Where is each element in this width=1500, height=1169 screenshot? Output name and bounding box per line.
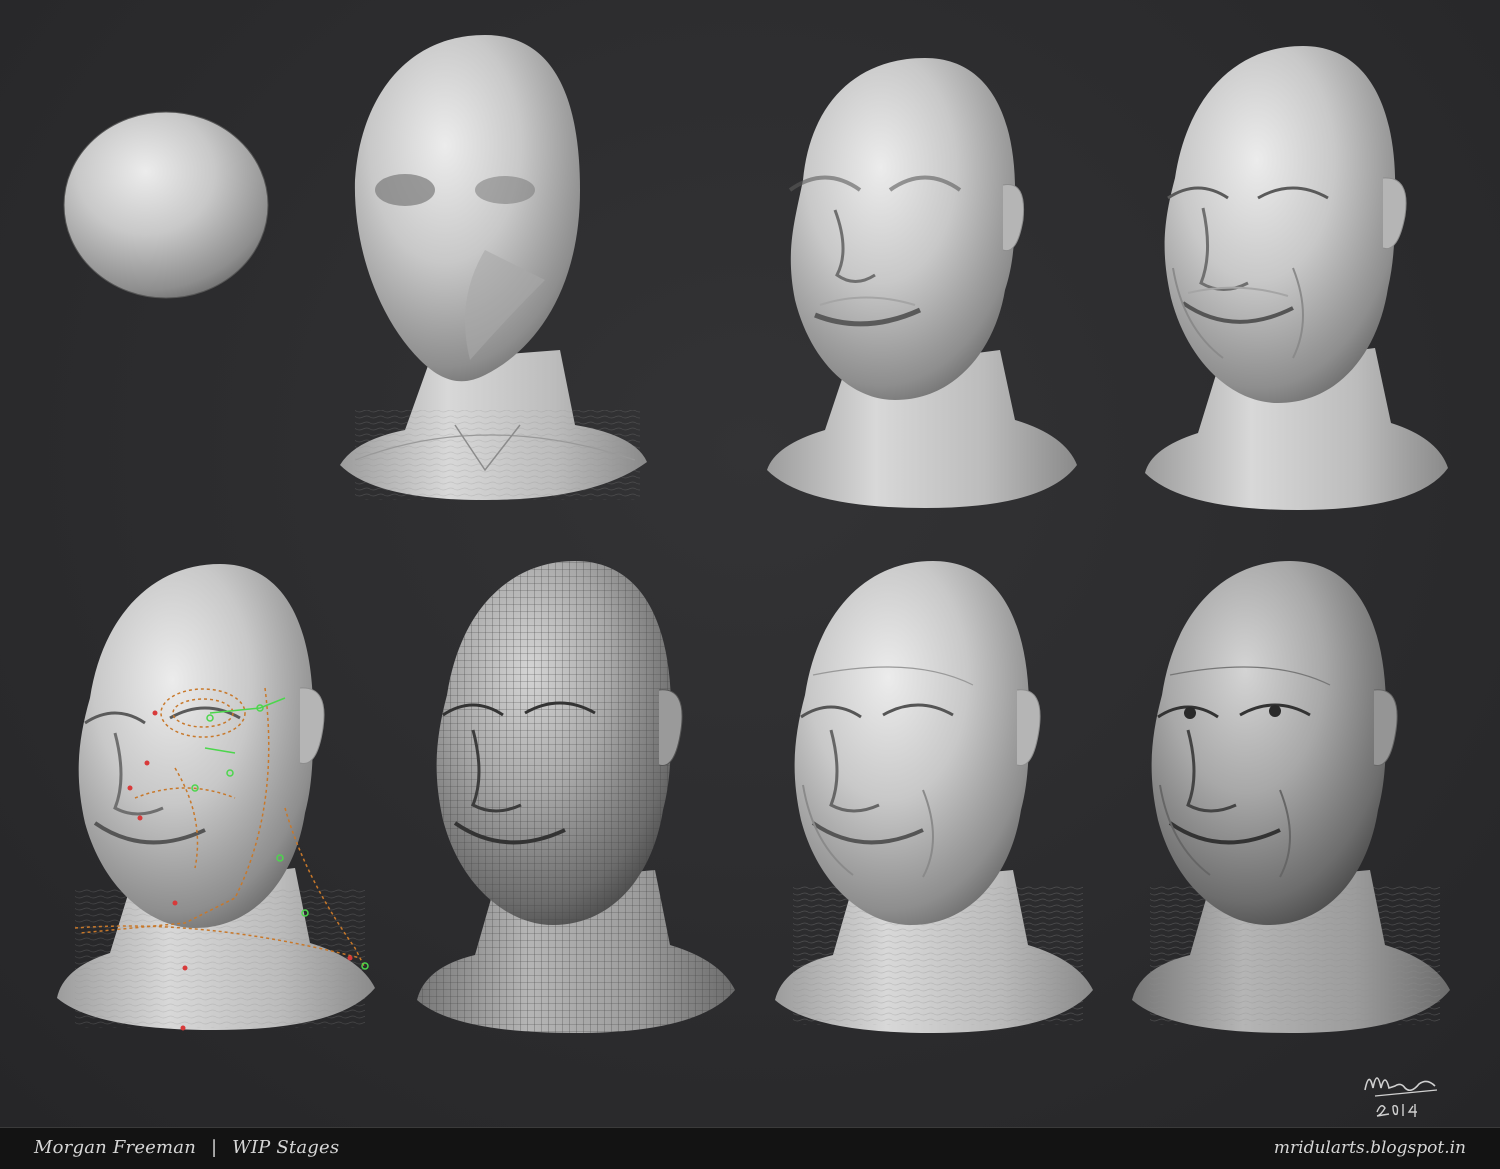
primary-forms-head-image xyxy=(767,58,1077,508)
blockout-head-image xyxy=(340,35,647,500)
secondary-forms-head-image xyxy=(1145,46,1448,510)
website-link[interactable]: mridularts.blogspot.in xyxy=(1274,1138,1466,1158)
stage-4-secondary-forms xyxy=(1143,38,1451,513)
subject-name: Morgan Freeman xyxy=(34,1137,197,1158)
topology-guides-head-image xyxy=(57,564,375,1031)
stage-5-topology-guides xyxy=(55,558,377,1033)
stage-6-retopology-wireframe xyxy=(415,555,737,1035)
artwork-canvas xyxy=(0,0,1500,1127)
artist-signature xyxy=(1355,1060,1445,1120)
stage-3-primary-forms xyxy=(765,50,1080,510)
stage-8-final-sculpt xyxy=(1130,555,1452,1035)
stages-label: WIP Stages xyxy=(232,1137,340,1158)
footer-bar: Morgan Freeman | WIP Stages mridularts.b… xyxy=(0,1127,1500,1169)
sphere-image xyxy=(63,111,269,299)
final-sculpt-head-image xyxy=(1132,561,1450,1033)
retopology-wireframe-head-image xyxy=(417,561,735,1033)
stage-1-sphere xyxy=(62,110,270,300)
title-separator: | xyxy=(210,1137,218,1158)
footer-title: Morgan Freeman | WIP Stages xyxy=(34,1137,339,1158)
detailed-sculpt-head-image xyxy=(775,561,1093,1033)
stage-2-blockout-head xyxy=(335,30,650,502)
stage-7-detailed-sculpt xyxy=(773,555,1095,1035)
